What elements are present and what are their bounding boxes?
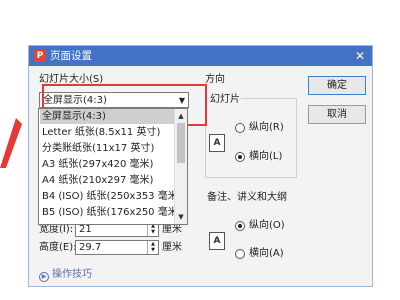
dropdown-option[interactable]: 全屏显示(4:3): [40, 109, 174, 124]
notes-landscape-label: 横向(A): [249, 248, 284, 259]
dropdown-scrollbar[interactable]: ▲ ▼: [174, 109, 187, 224]
slides-portrait-label: 纵向(R): [249, 122, 284, 133]
dropdown-option[interactable]: A3 纸张(297x420 毫米): [40, 157, 174, 172]
notes-landscape-radio[interactable]: [235, 249, 245, 259]
dropdown-option[interactable]: A4 纸张(210x297 毫米): [40, 173, 174, 188]
dialog-title: 页面设置: [50, 50, 92, 62]
spin-down-icon[interactable]: ▼: [148, 229, 158, 235]
spin-down-icon[interactable]: ▼: [148, 247, 158, 253]
notes-portrait-radio[interactable]: [235, 221, 245, 231]
page-orientation-icon: A: [209, 134, 225, 152]
slides-portrait-radio[interactable]: [235, 123, 245, 133]
scroll-down-icon[interactable]: ▼: [175, 211, 187, 223]
dropdown-option[interactable]: B5 (ISO) 纸张(176x250 毫米): [40, 205, 174, 220]
page-orientation-icon: A: [209, 232, 225, 250]
height-unit: 厘米: [162, 242, 182, 253]
close-icon[interactable]: ✕: [352, 48, 368, 64]
slides-landscape-label: 横向(L): [249, 151, 283, 162]
title-bar: P 页面设置 ✕: [29, 46, 372, 66]
notes-portrait-label: 纵向(O): [249, 220, 285, 231]
dropdown-option[interactable]: Letter 纸张(8.5x11 英寸): [40, 125, 174, 140]
dropdown-option[interactable]: B4 (ISO) 纸张(250x353 毫米): [40, 189, 174, 204]
scroll-up-icon[interactable]: ▲: [175, 110, 187, 122]
notes-orientation-label: 备注、讲义和大纲: [207, 192, 287, 203]
tips-link[interactable]: ▶ 操作技巧: [39, 268, 92, 282]
slides-landscape-radio[interactable]: [235, 152, 245, 162]
red-arrow-annotation: [0, 118, 22, 168]
ok-button[interactable]: 确定: [308, 76, 366, 95]
height-spinner[interactable]: ▲ ▼: [147, 241, 158, 254]
slide-size-dropdown-list[interactable]: 全屏显示(4:3) Letter 纸张(8.5x11 英寸) 分类账纸张(11x…: [38, 108, 188, 225]
dropdown-option[interactable]: 分类账纸张(11x17 英寸): [40, 141, 174, 156]
wps-presentation-icon: P: [34, 50, 46, 62]
height-label: 高度(E):: [39, 242, 77, 253]
tips-link-label: 操作技巧: [52, 269, 92, 280]
slides-orientation-label: 幻灯片: [209, 93, 241, 106]
scrollbar-thumb[interactable]: [177, 123, 185, 163]
cancel-button[interactable]: 取消: [308, 105, 366, 124]
play-circle-icon: ▶: [39, 272, 49, 282]
height-input[interactable]: 29.7 ▲ ▼: [75, 240, 159, 255]
height-value: 29.7: [79, 242, 102, 253]
orientation-label: 方向: [205, 74, 225, 85]
